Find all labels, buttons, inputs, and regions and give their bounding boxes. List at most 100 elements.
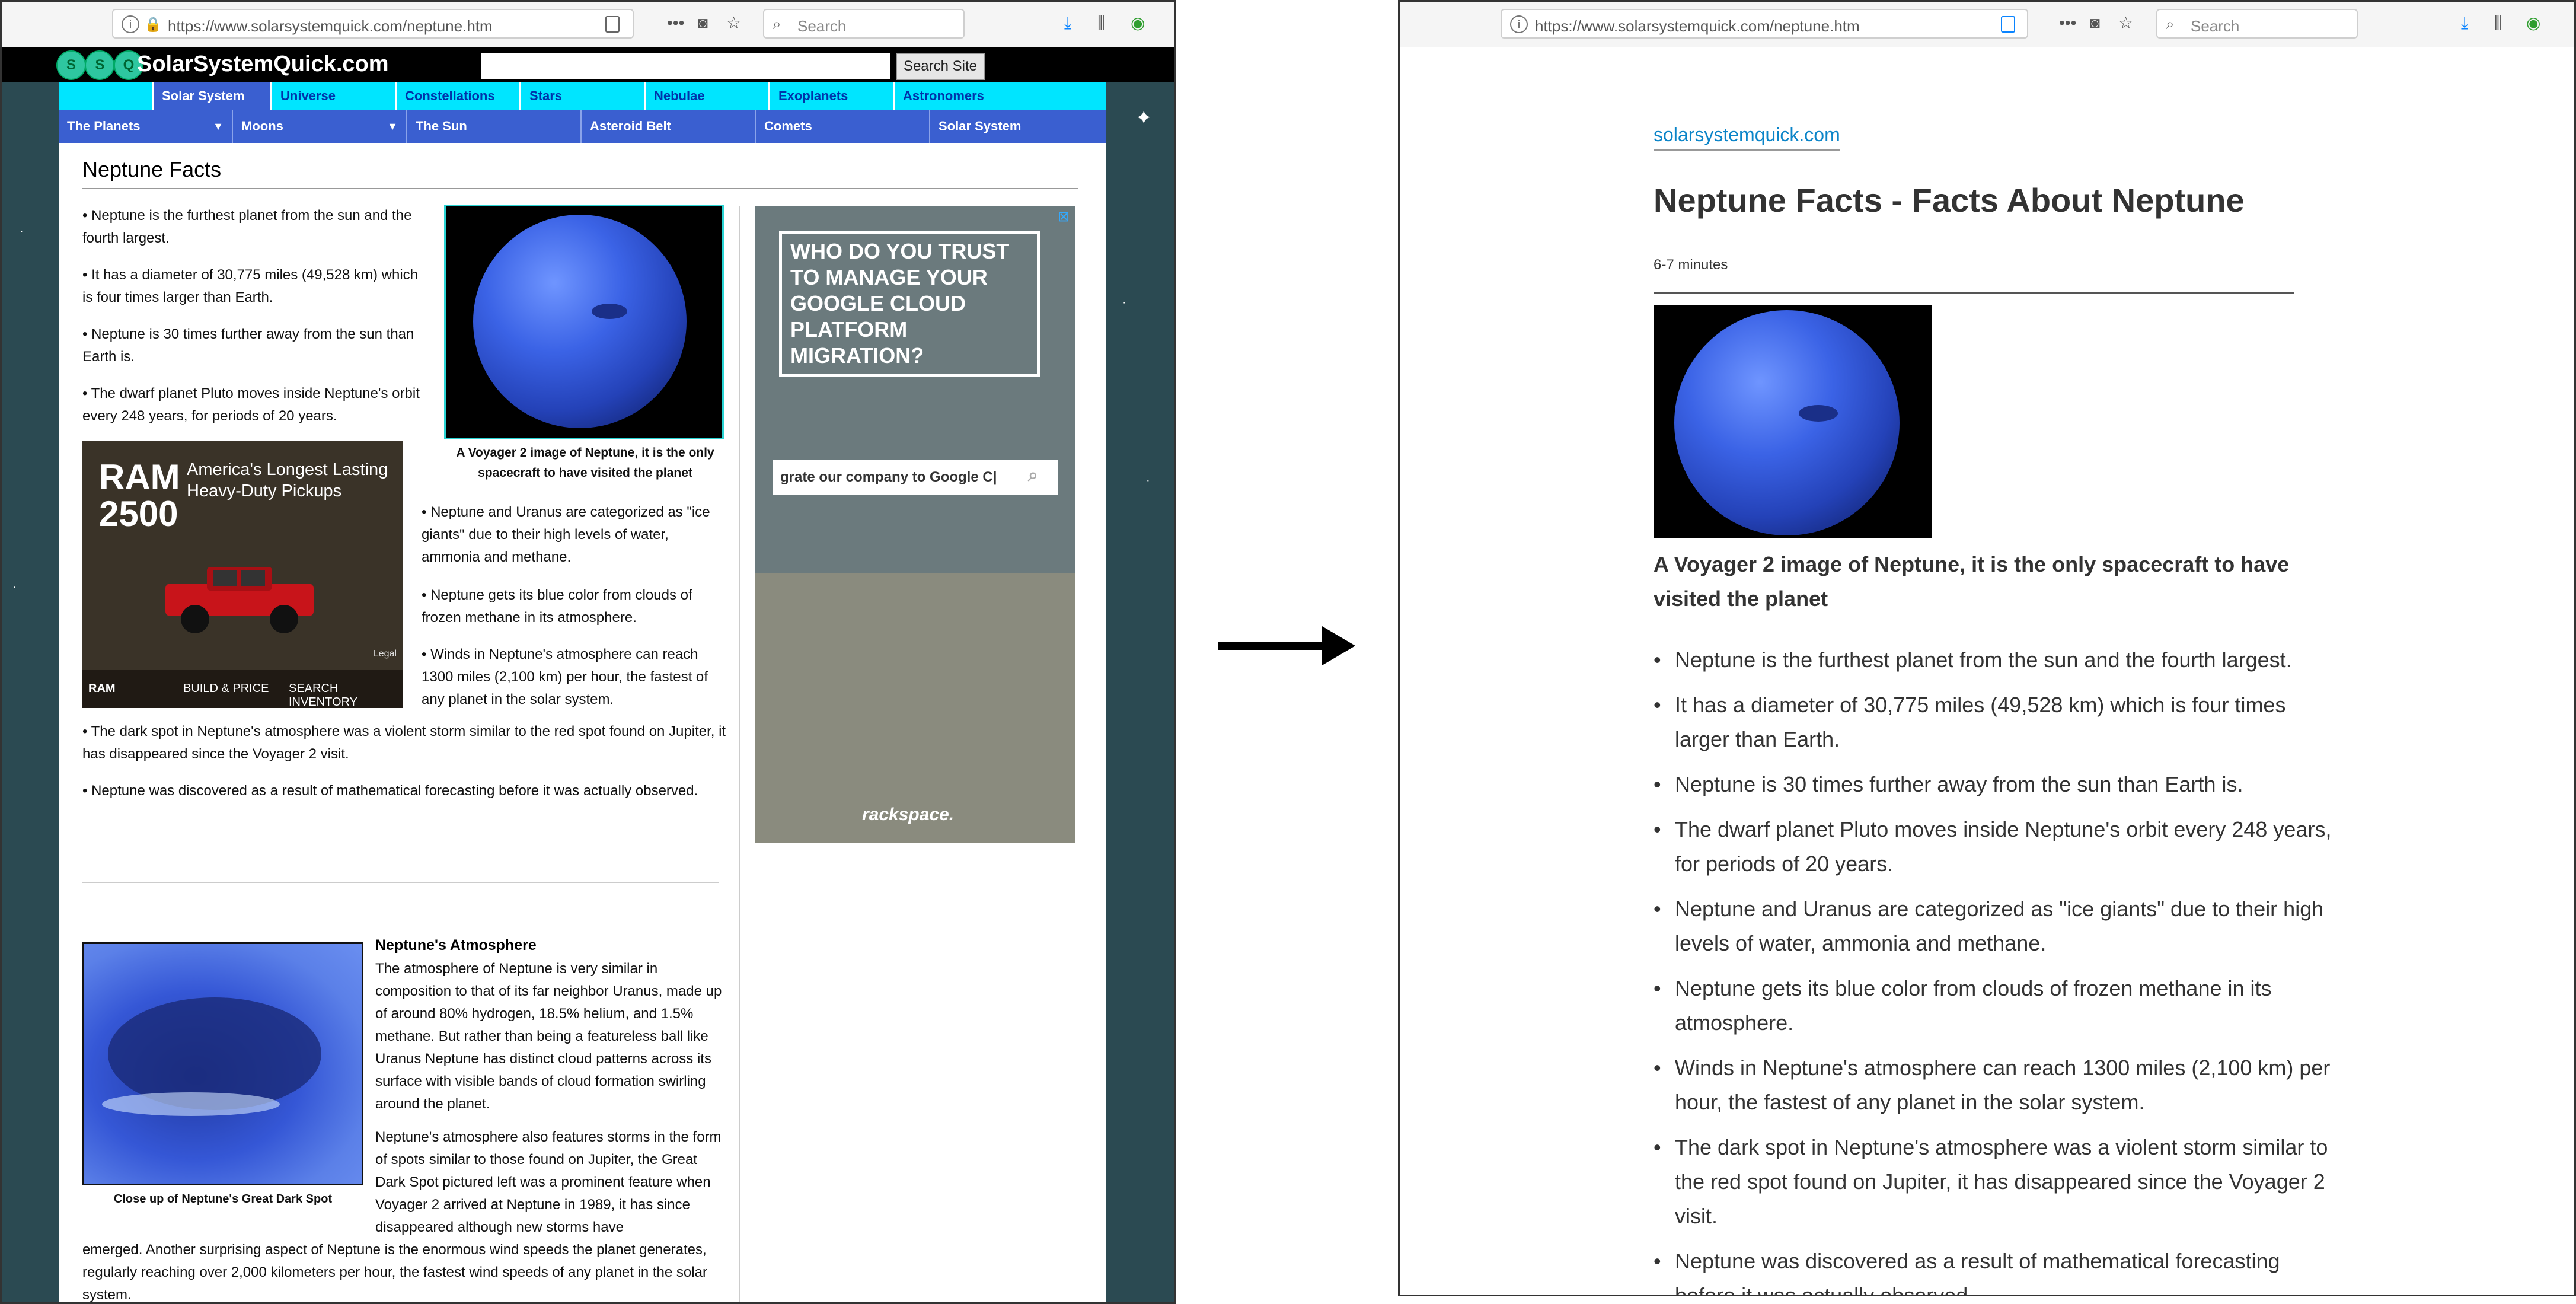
site-logo[interactable]: S S Q xyxy=(56,50,143,80)
neptune-image-caption: A Voyager 2 image of Neptune, it is the … xyxy=(456,446,714,480)
subnav-asteroid-belt[interactable]: Asteroid Belt xyxy=(582,110,756,143)
fact-text: The dwarf planet Pluto moves inside Nept… xyxy=(82,385,420,424)
ram-button-bar: RAM BUILD & PRICE SEARCH INVENTORY xyxy=(82,670,403,708)
dark-spot xyxy=(592,304,627,319)
reader-divider xyxy=(1654,292,2294,294)
library-icon[interactable]: ⫼ xyxy=(1097,12,1105,34)
fact-text: Winds in Neptune's atmosphere can reach … xyxy=(422,646,708,707)
reader-time: 6-7 minutes xyxy=(1654,257,1728,273)
subnav-the-planets[interactable]: The Planets ▼ xyxy=(59,110,233,143)
search-placeholder: Search xyxy=(2191,17,2240,35)
transition-arrow-shaft xyxy=(1218,642,1331,650)
truck-image xyxy=(165,567,314,633)
star-icon[interactable]: ☆ xyxy=(726,12,741,34)
star-decoration: · xyxy=(1146,474,1150,487)
star-icon[interactable]: ☆ xyxy=(2118,12,2133,34)
rackspace-advertisement[interactable]: ⊠ WHO DO YOU TRUST TO MANAGE YOUR GOOGLE… xyxy=(755,206,1075,843)
list-item: Neptune and Uranus are categorized as "i… xyxy=(1654,892,2333,961)
rackspace-logo: rackspace. xyxy=(862,805,955,824)
sync-icon[interactable]: ◉ xyxy=(2526,12,2540,34)
fact-item: • Neptune is 30 times further away from … xyxy=(82,326,414,365)
ad-desk-image xyxy=(755,573,1075,843)
address-bar[interactable]: i https://www.solarsystemquick.com/neptu… xyxy=(1501,9,2028,39)
fact-text: Neptune and Uranus are categorized as "i… xyxy=(422,504,710,565)
reader-view-panel: i https://www.solarsystemquick.com/neptu… xyxy=(1398,0,2576,1296)
atmosphere-heading: Neptune's Atmosphere xyxy=(375,937,537,954)
caret-down-icon: ▼ xyxy=(213,120,224,132)
ram-tagline: America's Longest Lasting Heavy-Duty Pic… xyxy=(187,460,388,500)
ram-advertisement[interactable]: RAM 2500 America's Longest Lasting Heavy… xyxy=(82,441,403,708)
subnav-solar-system[interactable]: Solar System xyxy=(930,110,1106,143)
fact-text: Neptune was discovered as a result of ma… xyxy=(91,783,698,799)
fact-item: • The dwarf planet Pluto moves inside Ne… xyxy=(82,385,420,424)
tab-astronomers[interactable]: Astronomers xyxy=(895,82,1106,110)
reader-view-icon[interactable] xyxy=(2001,16,2015,33)
search-site-button[interactable]: Search Site xyxy=(896,53,985,80)
download-icon[interactable]: ⤓ xyxy=(1064,12,1071,34)
star-decoration: · xyxy=(20,225,24,238)
ad-close-icon[interactable]: ⊠ xyxy=(1055,208,1072,225)
arrow-right-icon xyxy=(1322,626,1355,665)
atmosphere-paragraph-2: Neptune's atmosphere also features storm… xyxy=(375,1129,722,1235)
build-price-button[interactable]: BUILD & PRICE xyxy=(183,682,269,696)
section-divider xyxy=(82,882,719,883)
lock-icon: 🔒 xyxy=(144,17,162,33)
ram-legal[interactable]: Legal xyxy=(374,649,397,659)
pocket-icon[interactable]: ◙ xyxy=(698,12,708,34)
tab-solar-system[interactable]: Solar System xyxy=(154,82,272,110)
subnav-moons[interactable]: Moons ▼ xyxy=(233,110,407,143)
browser-search-box[interactable]: ⌕ Search xyxy=(2156,9,2358,39)
fact-text: It has a diameter of 30,775 miles (49,52… xyxy=(82,267,419,305)
search-inventory-button[interactable]: SEARCH INVENTORY xyxy=(289,682,403,708)
address-bar[interactable]: i 🔒 https://www.solarsystemquick.com/nep… xyxy=(112,9,634,39)
subnav-comets[interactable]: Comets xyxy=(756,110,930,143)
neptune-image xyxy=(1654,305,1932,538)
browser-search-box[interactable]: ⌕ Search xyxy=(763,9,965,39)
ellipsis-icon[interactable]: ••• xyxy=(2059,12,2076,34)
atmosphere-paragraph-1: The atmosphere of Neptune is very simila… xyxy=(375,961,722,1112)
dark-spot-caption: Close up of Neptune's Great Dark Spot xyxy=(113,1193,333,1206)
star-decoration: · xyxy=(1122,296,1126,309)
info-icon[interactable]: i xyxy=(1510,15,1528,33)
subnav-the-sun[interactable]: The Sun xyxy=(407,110,582,143)
fact-text: Neptune is 30 times further away from th… xyxy=(82,326,414,365)
ellipsis-icon[interactable]: ••• xyxy=(667,12,684,34)
column-divider xyxy=(739,206,740,1302)
fact-item: • Neptune is the furthest planet from th… xyxy=(82,208,412,246)
list-item: Neptune was discovered as a result of ma… xyxy=(1654,1244,2333,1295)
dark-spot xyxy=(1799,405,1838,422)
list-item: Neptune is 30 times further away from th… xyxy=(1654,767,2333,802)
tab-constellations[interactable]: Constellations xyxy=(397,82,521,110)
pocket-icon[interactable]: ◙ xyxy=(2090,12,2100,34)
cloud-streak xyxy=(102,1092,280,1116)
title-divider xyxy=(82,188,1078,189)
reader-site-link[interactable]: solarsystemquick.com xyxy=(1654,124,1840,151)
list-item: The dark spot in Neptune's atmosphere wa… xyxy=(1654,1130,2333,1233)
tab-exoplanets[interactable]: Exoplanets xyxy=(770,82,895,110)
search-icon: ⌕ xyxy=(1028,466,1038,485)
library-icon[interactable]: ⫼ xyxy=(2494,12,2502,34)
fact-item: • Neptune gets its blue color from cloud… xyxy=(422,587,692,626)
sub-nav: The Planets ▼ Moons ▼ The Sun Asteroid Bel… xyxy=(59,110,1106,143)
url-text: https://www.solarsystemquick.com/neptune… xyxy=(168,17,493,35)
tab-nebulae[interactable]: Nebulae xyxy=(646,82,770,110)
fact-item: • Neptune and Uranus are categorized as … xyxy=(422,504,710,565)
neptune-image xyxy=(444,205,724,439)
sync-icon[interactable]: ◉ xyxy=(1131,12,1145,34)
site-name[interactable]: SolarSystemQuick.com xyxy=(137,52,389,77)
reader-view-icon[interactable] xyxy=(605,16,620,33)
logo-letter: S xyxy=(56,50,86,80)
tab-stars[interactable]: Stars xyxy=(521,82,646,110)
browser-toolbar: i https://www.solarsystemquick.com/neptu… xyxy=(1400,2,2574,48)
info-icon[interactable]: i xyxy=(122,15,139,33)
list-item: It has a diameter of 30,775 miles (49,52… xyxy=(1654,688,2333,757)
fact-text: The dark spot in Neptune's atmosphere wa… xyxy=(82,723,726,762)
tab-universe[interactable]: Universe xyxy=(272,82,397,110)
original-page-panel: i 🔒 https://www.solarsystemquick.com/nep… xyxy=(0,0,1176,1304)
fact-text: Neptune gets its blue color from clouds … xyxy=(422,587,692,626)
download-icon[interactable]: ⤓ xyxy=(2461,12,2468,34)
list-item: Neptune is the furthest planet from the … xyxy=(1654,643,2333,677)
ad-search-bar[interactable]: grate our company to Google C| ⌕ xyxy=(773,460,1058,495)
site-search-input[interactable] xyxy=(481,53,890,79)
subnav-label: The Planets xyxy=(67,119,141,133)
